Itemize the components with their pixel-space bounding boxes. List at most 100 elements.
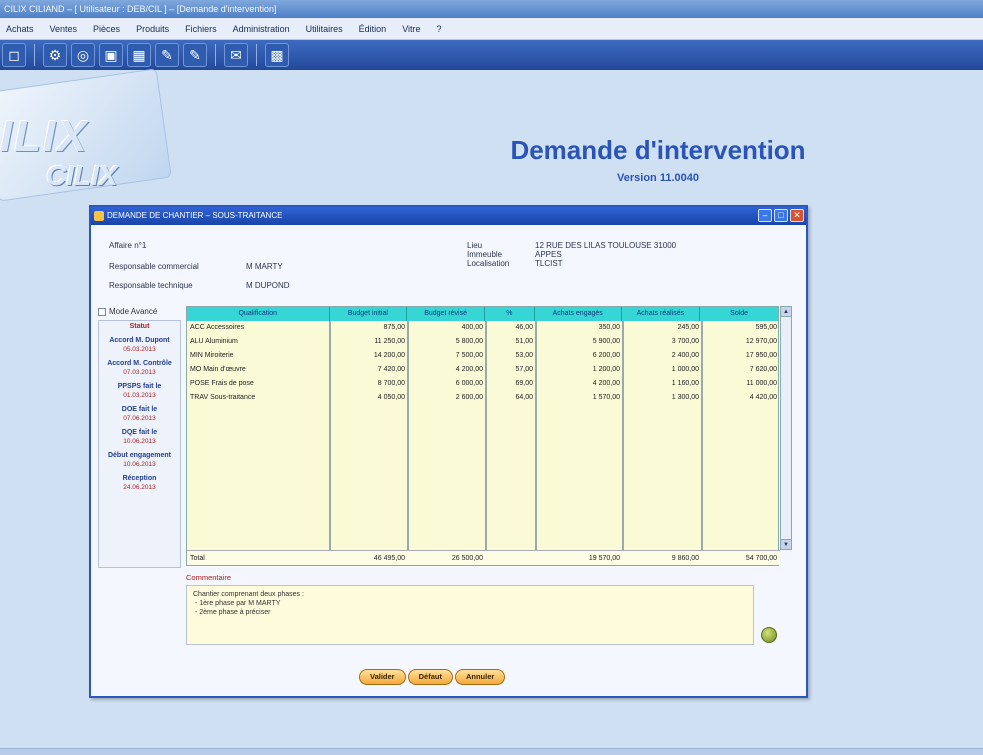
- table-body: ACC Accessoires 875,00 400,00 46,00 350,…: [187, 321, 780, 550]
- resp-technique-label: Responsable technique: [109, 281, 193, 290]
- table-cell: 8 700,00: [377, 380, 405, 387]
- menu-item-achats[interactable]: Achats: [6, 24, 34, 34]
- checkbox-box[interactable]: [98, 307, 106, 316]
- status-item[interactable]: DQE fait le 10.06.2013: [99, 429, 180, 445]
- close-icon[interactable]: ✕: [790, 209, 804, 222]
- status-item[interactable]: Début engagement 10.06.2013: [99, 452, 180, 468]
- table-cell: 53,00: [515, 352, 533, 359]
- status-date: 07.06.2013: [123, 415, 156, 422]
- menu-item-fichiers[interactable]: Fichiers: [185, 24, 217, 34]
- menu-item-help[interactable]: ?: [437, 24, 442, 34]
- menu-item-edition[interactable]: Édition: [359, 24, 387, 34]
- total-cell: 19 570,00: [588, 555, 620, 562]
- mail-icon[interactable]: ✉: [224, 43, 248, 67]
- window-title-bar: CILIX CILIAND – [ Utilisateur : DEB/CIL …: [0, 0, 983, 18]
- menu-item-ventes[interactable]: Ventes: [50, 24, 78, 34]
- column-header[interactable]: Achats engagés: [535, 307, 622, 321]
- table-row[interactable]: TRAV Sous-traitance 4 050,00 2 600,00 64…: [187, 391, 780, 405]
- mode-avance-label: Mode Avancé: [109, 307, 158, 316]
- version-label: Version 11.0040: [617, 172, 699, 184]
- table-cell: ACC Accessoires: [190, 324, 245, 331]
- total-row: Total 46 495,00 26 500,00 19 570,00 9 86…: [187, 550, 780, 565]
- notepad-icon[interactable]: ✎: [183, 43, 207, 67]
- chart-icon[interactable]: ▩: [265, 43, 289, 67]
- resp-technique-value: M DUPOND: [246, 281, 290, 290]
- door-icon[interactable]: ◻: [2, 43, 26, 67]
- globe-icon[interactable]: ◎: [71, 43, 95, 67]
- table-cell: 51,00: [515, 338, 533, 345]
- affaire-label: Affaire n°1: [109, 241, 147, 250]
- status-item[interactable]: PPSPS fait le 01.03.2013: [99, 383, 180, 399]
- table-cell: 4 200,00: [455, 366, 483, 373]
- annuler-button[interactable]: Annuler: [454, 669, 506, 685]
- table-header: Qualification Budget initial Budget révi…: [187, 307, 778, 321]
- status-date: 05.03.2013: [123, 346, 156, 353]
- logo-sub: CILIX: [46, 160, 118, 191]
- valider-button[interactable]: Valider: [359, 669, 406, 685]
- table-row[interactable]: MO Main d'œuvre 7 420,00 4 200,00 57,00 …: [187, 363, 780, 377]
- menu-item-produits[interactable]: Produits: [136, 24, 169, 34]
- table-row[interactable]: ACC Accessoires 875,00 400,00 46,00 350,…: [187, 321, 780, 335]
- column-header[interactable]: Budget initial: [330, 307, 408, 321]
- table-cell: 2 400,00: [671, 352, 699, 359]
- status-item[interactable]: Accord M. Dupont 05.03.2013: [99, 337, 180, 353]
- commentaire-label: Commentaire: [186, 573, 232, 582]
- minimize-icon[interactable]: –: [758, 209, 772, 222]
- status-item[interactable]: Accord M. Contrôle 07.03.2013: [99, 360, 180, 376]
- total-cell: [486, 551, 536, 565]
- table-cell: 6 200,00: [592, 352, 620, 359]
- column-header[interactable]: Budget révisé: [407, 307, 485, 321]
- table-row[interactable]: ALU Aluminium 11 250,00 5 800,00 51,00 5…: [187, 335, 780, 349]
- table-cell: 69,00: [515, 380, 533, 387]
- menu-item-vitre[interactable]: Vitre: [402, 24, 420, 34]
- table-row[interactable]: MIN Miroiterie 14 200,00 7 500,00 53,00 …: [187, 349, 780, 363]
- table-scrollbar[interactable]: ▲ ▼: [780, 306, 792, 550]
- status-column: Statut Accord M. Dupont 05.03.2013 Accor…: [98, 320, 181, 568]
- gear-icon[interactable]: ⚙: [43, 43, 67, 67]
- column-header[interactable]: Qualification: [187, 307, 330, 321]
- table-cell: 595,00: [755, 324, 777, 331]
- table-cell: TRAV Sous-traitance: [190, 394, 256, 401]
- total-cell: 9 860,00: [671, 555, 699, 562]
- status-label: Accord M. Contrôle: [107, 360, 172, 367]
- status-label: Début engagement: [107, 452, 171, 459]
- table-cell: 7 420,00: [377, 366, 405, 373]
- table-cell: 1 300,00: [671, 394, 699, 401]
- scroll-up-icon[interactable]: ▲: [781, 307, 791, 317]
- app-icon: [94, 211, 104, 221]
- commentaire-textarea[interactable]: Chantier comprenant deux phases : - 1ère…: [186, 585, 754, 645]
- table-cell: MIN Miroiterie: [190, 352, 234, 359]
- intervention-dialog: DEMANDE DE CHANTIER – SOUS-TRAITANCE – □…: [89, 205, 808, 698]
- total-cell: 26 500,00: [451, 555, 483, 562]
- table-icon[interactable]: ▦: [127, 43, 151, 67]
- status-item[interactable]: Statut: [99, 323, 180, 330]
- column-header[interactable]: Achats réalisés: [622, 307, 701, 321]
- immeuble-label: Immeuble: [467, 250, 503, 259]
- menu-item-pieces[interactable]: Pièces: [93, 24, 120, 34]
- menu-item-administration[interactable]: Administration: [233, 24, 290, 34]
- table-cell: 4 420,00: [749, 394, 777, 401]
- status-item[interactable]: Réception 24.06.2013: [99, 475, 180, 491]
- status-item[interactable]: DOE fait le 07.06.2013: [99, 406, 180, 422]
- lieu-value: 12 RUE DES LILAS TOULOUSE 31000: [535, 241, 677, 250]
- maximize-icon[interactable]: □: [774, 209, 788, 222]
- table-cell: 4 200,00: [592, 380, 620, 387]
- table-cell: 11 000,00: [746, 380, 777, 387]
- table-cell: 5 800,00: [455, 338, 483, 345]
- table-cell: 14 200,00: [373, 352, 405, 359]
- dialog-title-bar: DEMANDE DE CHANTIER – SOUS-TRAITANCE – □…: [91, 207, 806, 225]
- notepad-icon[interactable]: ✎: [155, 43, 179, 67]
- box-icon[interactable]: ▣: [99, 43, 123, 67]
- table-cell: 1 160,00: [671, 380, 699, 387]
- column-header[interactable]: Solde: [700, 307, 778, 321]
- table-row[interactable]: POSE Frais de pose 8 700,00 6 000,00 69,…: [187, 377, 780, 391]
- mode-avance-checkbox[interactable]: Mode Avancé: [98, 307, 157, 316]
- menu-item-utilitaires[interactable]: Utilitaires: [306, 24, 343, 34]
- scroll-down-icon[interactable]: ▼: [781, 539, 791, 549]
- validate-comment-icon[interactable]: [761, 627, 777, 643]
- status-label: DQE fait le: [121, 429, 158, 436]
- defaut-button[interactable]: Défaut: [407, 669, 453, 685]
- menu-bar: Achats Ventes Pièces Produits Fichiers A…: [0, 18, 983, 40]
- status-label: Accord M. Dupont: [109, 337, 170, 344]
- column-header[interactable]: %: [485, 307, 535, 321]
